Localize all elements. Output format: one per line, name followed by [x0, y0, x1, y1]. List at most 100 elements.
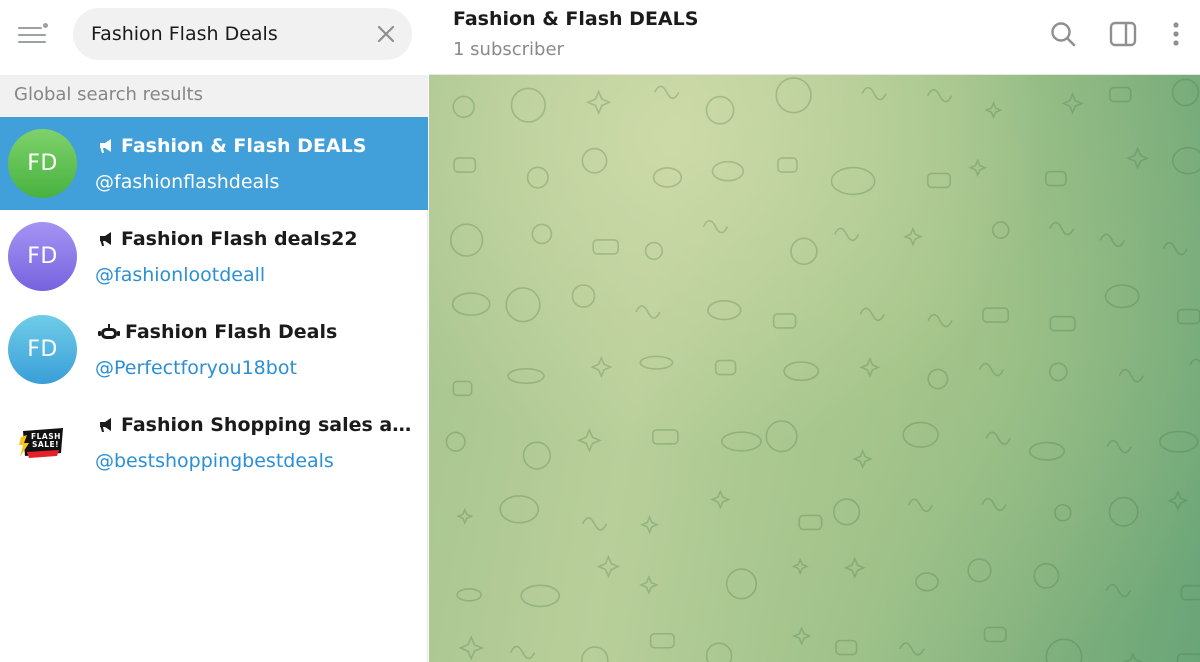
- wallpaper-doodle: [852, 448, 873, 470]
- wallpaper-doodle: [833, 227, 860, 242]
- wallpaper-doodle: [775, 77, 812, 114]
- wallpaper-doodle: [1108, 496, 1139, 527]
- avatar-initials: FD: [27, 244, 58, 269]
- wallpaper-doodle: [1061, 92, 1084, 115]
- wallpaper-doodle: [576, 427, 602, 453]
- wallpaper-doodle: [791, 626, 812, 646]
- wallpaper-doodle: [983, 626, 1007, 643]
- more-icon[interactable]: [1161, 19, 1191, 49]
- wallpaper-doodle: [861, 86, 887, 101]
- avatar: FD: [8, 315, 77, 384]
- svg-text:SALE!: SALE!: [32, 440, 59, 449]
- clear-search-icon[interactable]: [374, 22, 398, 46]
- wallpaper-doodle: [968, 158, 988, 178]
- wallpaper-doodle: [790, 237, 818, 266]
- wallpaper-doodle: [1171, 78, 1200, 107]
- result-title-text: Fashion & Flash DEALS: [121, 135, 367, 157]
- wallpaper-doodle: [649, 632, 675, 649]
- wallpaper-doodle: [571, 284, 596, 308]
- sidebar: Global search results FD Fashion & Flash…: [0, 0, 428, 662]
- result-handle: @bestshoppingbestdeals: [95, 450, 334, 472]
- search-box: [73, 8, 412, 60]
- wallpaper-doodle: [1171, 146, 1200, 175]
- wallpaper-doodle: [765, 420, 798, 453]
- wallpaper-doodle: [1104, 284, 1140, 309]
- chat-title: Fashion & Flash DEALS: [453, 8, 699, 30]
- wallpaper-doodle: [902, 421, 939, 448]
- wallpaper-doodle: [1162, 241, 1188, 256]
- avatar: FD: [8, 222, 77, 291]
- result-handle: @fashionflashdeals: [95, 171, 280, 193]
- wallpaper-doodle: [710, 489, 731, 510]
- wallpaper-doodle: [581, 646, 609, 662]
- wallpaper-doodle: [1033, 562, 1060, 589]
- wallpaper-doodle: [640, 515, 660, 535]
- search-icon[interactable]: [1048, 19, 1078, 49]
- chat-wallpaper: [429, 75, 1200, 662]
- wallpaper-doodle: [456, 507, 474, 525]
- result-title: Fashion Shopping sales and d...: [97, 414, 417, 436]
- wallpaper-doodle: [456, 588, 482, 602]
- wallpaper-doodle: [445, 431, 466, 452]
- wallpaper-doodle: [505, 287, 541, 323]
- wallpaper-doodle: [859, 356, 881, 378]
- wallpaper-doodle: [635, 305, 661, 319]
- wallpaper-doodle: [714, 359, 737, 376]
- wallpaper-doodle: [984, 101, 1003, 120]
- wallpaper-doodle: [1054, 503, 1072, 522]
- result-title: Fashion Flash deals22: [97, 228, 417, 250]
- wallpaper-doodle: [721, 431, 762, 452]
- wallpaper-doodle: [651, 429, 679, 445]
- wallpaper-doodle: [639, 355, 674, 370]
- wallpaper-doodle: [592, 239, 619, 255]
- wallpaper-doodle: [978, 362, 1005, 377]
- wallpaper-doodle: [985, 431, 1011, 446]
- chat-header[interactable]: Fashion & Flash DEALS 1 subscriber: [429, 0, 1200, 75]
- result-handle: @Perfectforyou18bot: [95, 357, 297, 379]
- wallpaper-doodle: [907, 498, 933, 513]
- wallpaper-doodle: [859, 307, 885, 322]
- channel-icon: [100, 418, 111, 432]
- flash-sale-logo: FLASH SALE!: [18, 427, 63, 458]
- wallpaper-doodle: [585, 89, 612, 116]
- wallpaper-doodle: [1105, 583, 1132, 598]
- channel-icon: [100, 139, 111, 153]
- wallpaper-doodle: [654, 85, 680, 100]
- wallpaper-doodle: [777, 157, 798, 173]
- search-result-item[interactable]: FD Fashion & Flash DEALS @fashionflashde…: [0, 117, 428, 210]
- result-title-text: Fashion Shopping sales and d...: [121, 414, 417, 436]
- menu-icon[interactable]: [14, 20, 54, 50]
- wallpaper-doodle: [1109, 86, 1132, 103]
- wallpaper-doodle: [1123, 652, 1143, 662]
- sidebar-toggle-icon[interactable]: [1108, 19, 1138, 49]
- wallpaper-doodle: [510, 87, 546, 123]
- wallpaper-doodle: [451, 292, 491, 317]
- wallpaper-doodle: [526, 166, 549, 189]
- search-result-item[interactable]: FD Fashion Flash Deals @Perfectforyou18b…: [0, 303, 428, 396]
- wallpaper-doodle: [927, 368, 949, 390]
- search-input[interactable]: [91, 20, 361, 48]
- wallpaper-doodle: [590, 355, 613, 379]
- wallpaper-doodle: [791, 557, 809, 576]
- wallpaper-doodle: [507, 367, 545, 385]
- wallpaper-doodle: [522, 441, 552, 470]
- result-title-text: Fashion Flash Deals: [125, 321, 338, 343]
- wallpaper-doodle: [711, 160, 745, 182]
- wallpaper-doodle: [639, 575, 659, 595]
- avatar-initials: FD: [27, 337, 58, 362]
- results-list: FD Fashion & Flash DEALS @fashionflashde…: [0, 117, 428, 489]
- wallpaper-doodle: [903, 226, 923, 247]
- wallpaper-doodle: [705, 95, 735, 125]
- wallpaper-doodle: [705, 642, 733, 662]
- search-result-item[interactable]: FLASH SALE! Fashion Shopping sales and d…: [0, 396, 428, 489]
- wallpaper-doodle: [967, 558, 992, 583]
- section-title: Global search results: [14, 84, 203, 105]
- chat-subtitle: 1 subscriber: [453, 39, 564, 60]
- wallpaper-doodle: [915, 572, 939, 592]
- wallpaper-doodle: [981, 497, 1007, 512]
- wallpaper-doodle: [843, 556, 866, 579]
- wallpaper-doodle: [783, 361, 820, 382]
- global-results-header: Global search results: [0, 75, 428, 117]
- wallpaper-doodle: [581, 517, 608, 531]
- search-result-item[interactable]: FD Fashion Flash deals22 @fashionlootdea…: [0, 210, 428, 303]
